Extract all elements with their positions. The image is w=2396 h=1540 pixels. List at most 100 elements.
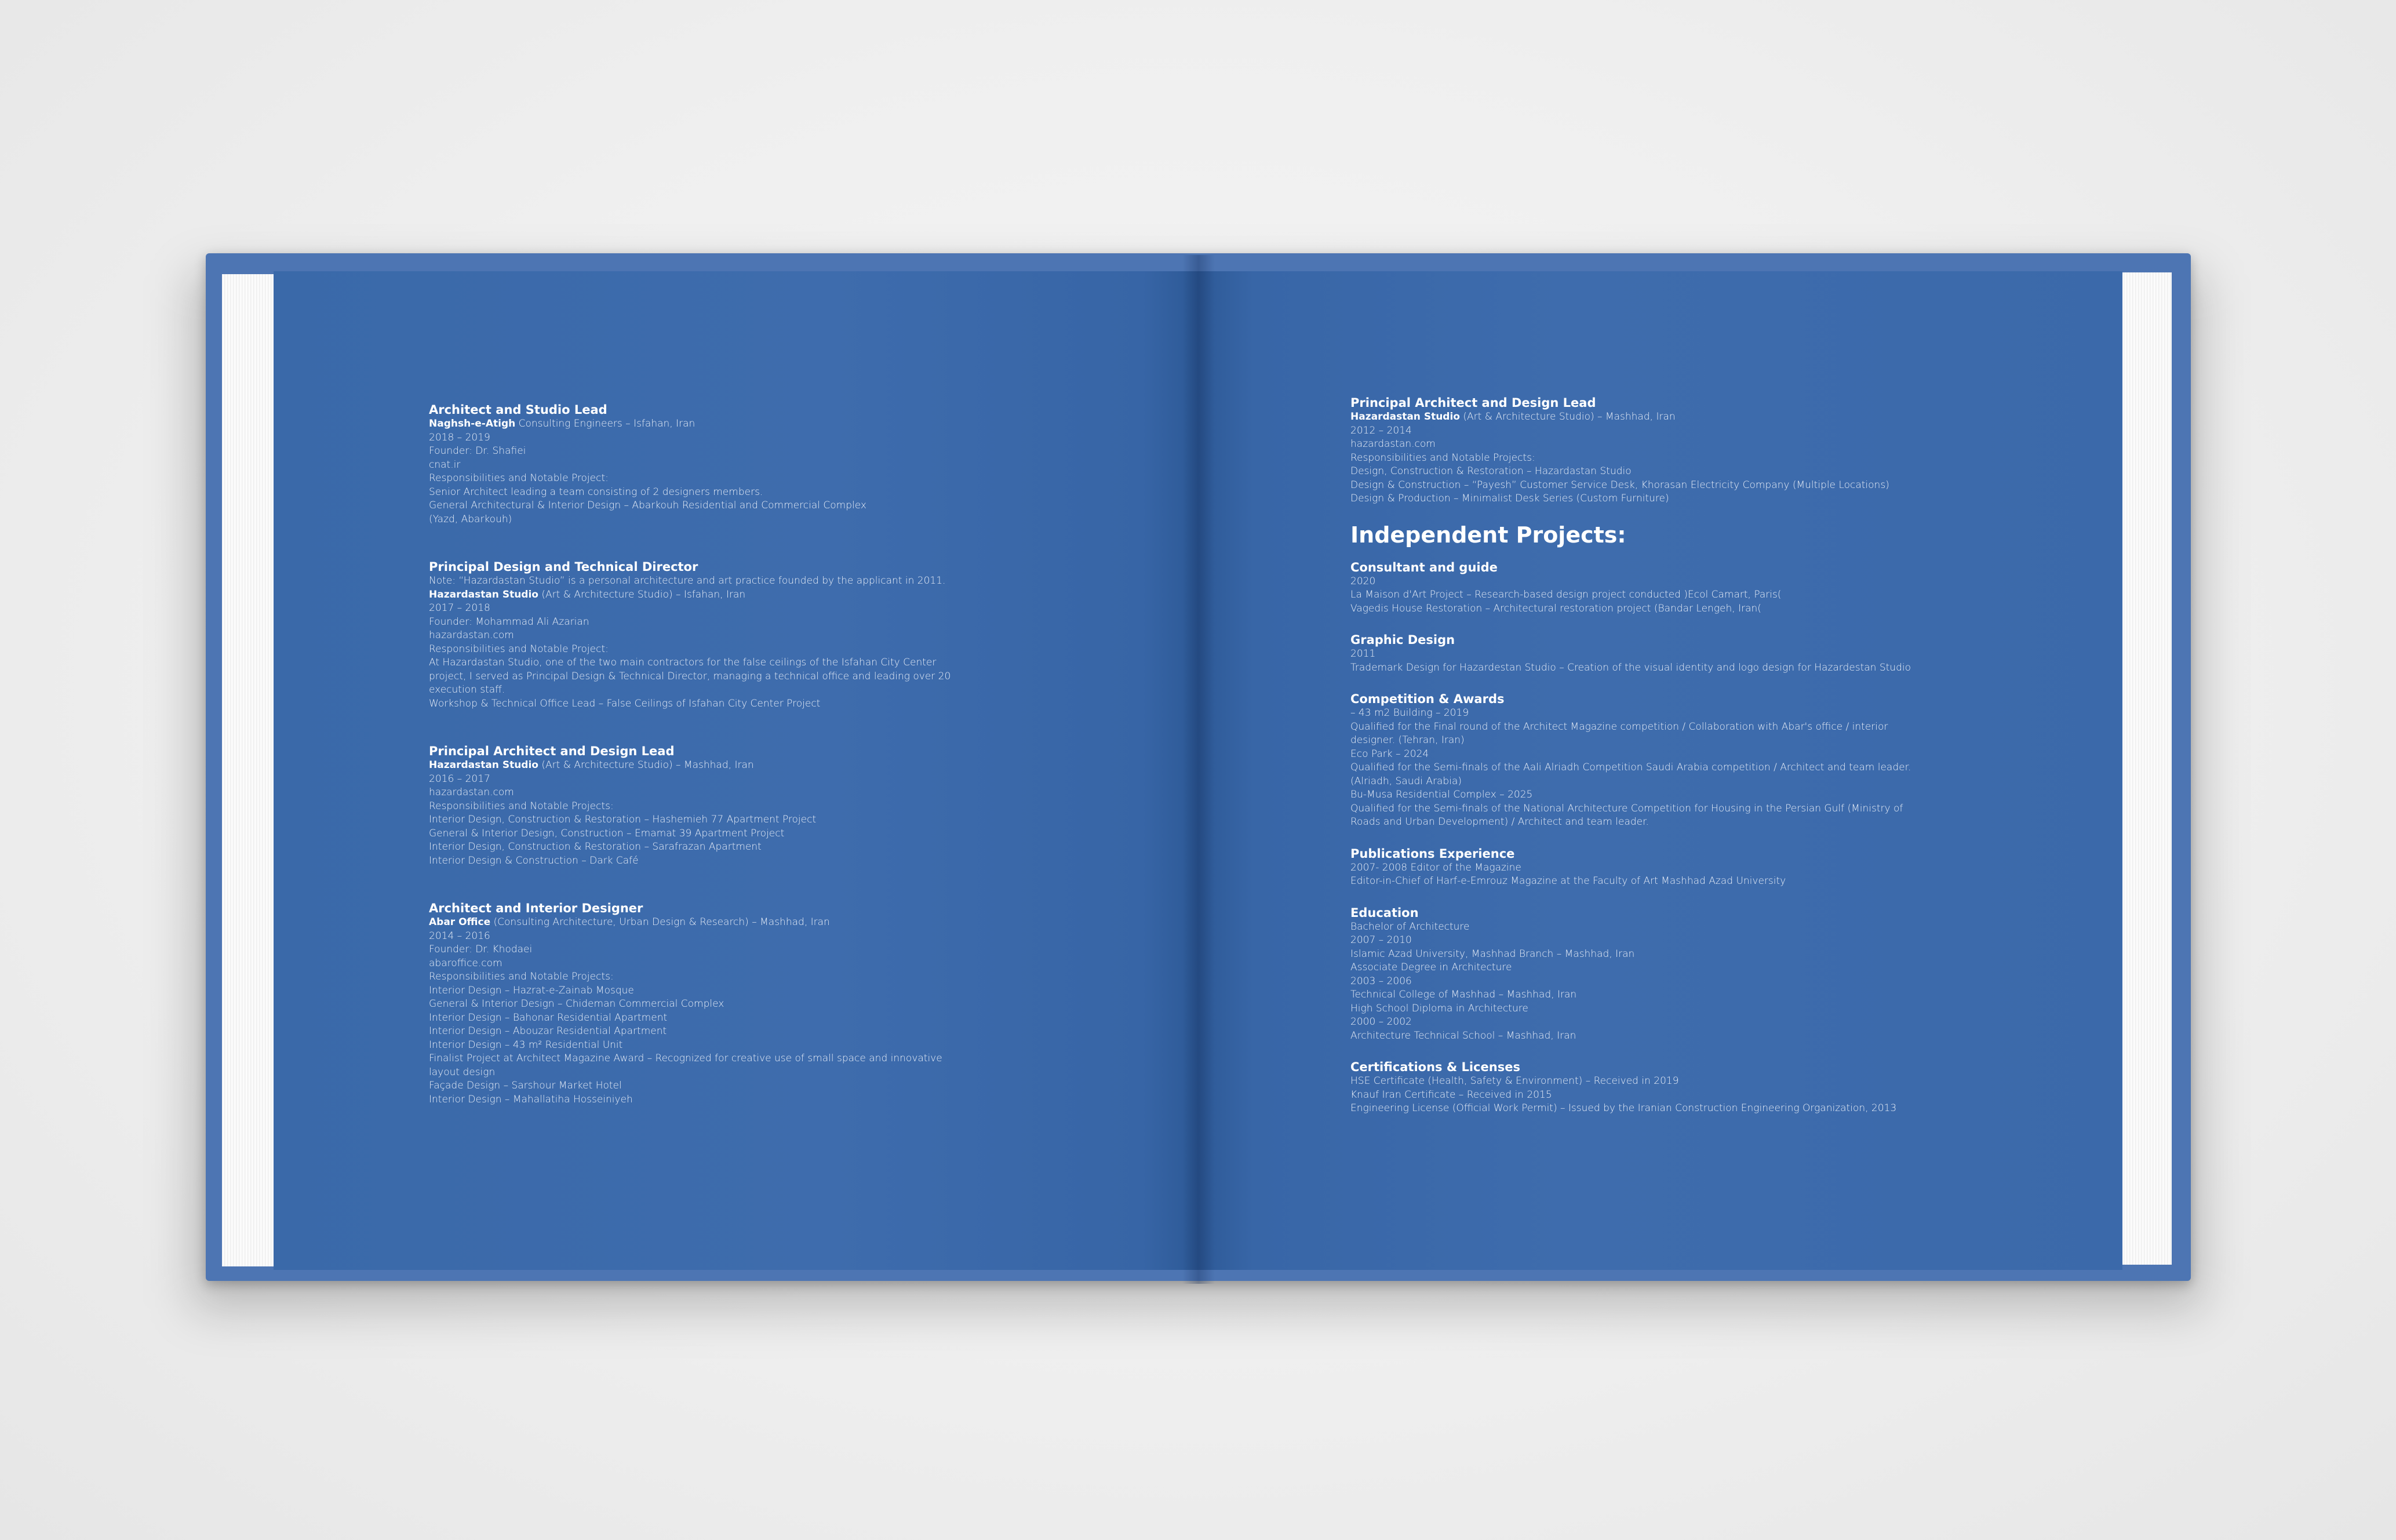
section-title: Graphic Design	[1350, 633, 1455, 647]
entry-line: Founder: Mohammad Ali Azarian	[429, 616, 589, 628]
company-details: (Art & Architecture Studio) – Isfahan, I…	[538, 588, 746, 600]
entry-line: 2016 – 2017	[429, 773, 490, 785]
entry-line: Interior Design – Hazrat-e-Zainab Mosque	[429, 984, 634, 996]
entry-line: (Yazd, Abarkouh)	[429, 513, 512, 525]
entry-line: At Hazardastan Studio, one of the two ma…	[429, 657, 951, 696]
section-line: Qualified for the Semi-finals of the Nat…	[1350, 802, 1903, 828]
section-line: HSE Certificate (Health, Safety & Enviro…	[1350, 1075, 1679, 1087]
entry-line: General & Interior Design, Construction …	[429, 827, 785, 839]
entry-line: General & Interior Design – Chideman Com…	[429, 998, 724, 1010]
entry-line: Façade Design – Sarshour Market Hotel	[429, 1080, 622, 1091]
cv-section: Consultant and guide 2020 La Maison d'Art …	[1350, 560, 1924, 616]
entry-line: Design & Production – Minimalist Desk Se…	[1350, 493, 1669, 504]
section-line: High School Diploma in Architecture	[1350, 1002, 1528, 1014]
experience-entry: Architect and Interior Designer Abar Offi…	[429, 901, 962, 1106]
section-line: 2020	[1350, 575, 1376, 587]
entry-title: Principal Design and Technical Director	[429, 560, 698, 574]
book-spine-gutter	[1182, 255, 1215, 1284]
company-name: Abar Office	[429, 916, 491, 928]
section-line: Bachelor of Architecture	[1350, 920, 1470, 933]
left-page-content: Architect and Studio Lead Naghsh-e-Atigh …	[429, 403, 962, 1140]
section-title: Education	[1350, 905, 1419, 920]
section-line: Trademark Design for Hazardestan Studio …	[1350, 661, 1911, 673]
section-line: 2007- 2008 Editor of the Magazine	[1350, 861, 1521, 873]
company-details: (Art & Architecture Studio) – Mashhad, I…	[538, 759, 754, 771]
section-line: Qualified for the Final round of the Arc…	[1350, 720, 1888, 747]
section-title: Certifications & Licenses	[1350, 1060, 1520, 1074]
entry-line: Responsibilities and Notable Projects:	[429, 800, 614, 812]
cv-section: Education Bachelor of Architecture 2007 – …	[1350, 906, 1924, 1043]
entry-line: Responsibilities and Notable Projects:	[1350, 452, 1535, 464]
section-heading: Independent Projects:	[1350, 522, 1626, 548]
entry-line: Interior Design, Construction & Restorat…	[429, 814, 817, 825]
entry-line: Design & Construction – “Payesh” Custome…	[1350, 479, 1889, 491]
cv-section: Graphic Design 2011 Trademark Design for H…	[1350, 633, 1924, 675]
cv-section: Publications Experience 2007- 2008 Editor…	[1350, 847, 1924, 889]
company-name: Hazardastan Studio	[1350, 411, 1460, 423]
page-block-left	[222, 274, 275, 1266]
entry-company: Abar Office (Consulting Architecture, Ur…	[429, 916, 962, 930]
section-title: Publications Experience	[1350, 846, 1515, 861]
section-line: Architecture Technical School – Mashhad,…	[1350, 1029, 1576, 1042]
section-line: Associate Degree in Architecture	[1350, 962, 1512, 973]
company-details: (Consulting Architecture, Urban Design &…	[490, 916, 830, 928]
entry-company: Hazardastan Studio (Art & Architecture S…	[429, 759, 962, 773]
company-name: Naghsh-e-Atigh	[429, 418, 516, 429]
entry-note: Note: “Hazardastan Studio” is a personal…	[429, 575, 946, 587]
section-line: Islamic Azad University, Mashhad Branch …	[1350, 948, 1635, 960]
entry-line: Responsibilities and Notable Projects:	[429, 971, 614, 982]
entry-line: Interior Design – 43 m² Residential Unit	[429, 1039, 623, 1051]
entry-line: Interior Design – Abouzar Residential Ap…	[429, 1025, 667, 1037]
entry-line: 2014 – 2016	[429, 930, 490, 942]
entry-line: Responsibilities and Notable Project:	[429, 472, 609, 484]
section-line: Editor-in-Chief of Harf-e-Emrouz Magazin…	[1350, 875, 1786, 887]
entry-line: Interior Design & Construction – Dark Ca…	[429, 854, 639, 867]
section-line: 2007 – 2010	[1350, 934, 1412, 946]
section-line: 2000 – 2002	[1350, 1016, 1412, 1028]
entry-line: Interior Design – Mahallatiha Hosseiniye…	[429, 1093, 633, 1105]
entry-line: hazardastan.com	[429, 787, 514, 798]
entry-title: Principal Architect and Design Lead	[429, 744, 675, 758]
entry-company: Naghsh-e-Atigh Consulting Engineers – Is…	[429, 417, 962, 431]
section-line: Knauf Iran Certificate – Received in 201…	[1350, 1088, 1552, 1101]
company-name: Hazardastan Studio	[429, 759, 538, 771]
entry-line: General Architectural & Interior Design …	[429, 500, 866, 511]
entry-line: Finalist Project at Architect Magazine A…	[429, 1053, 942, 1078]
entry-line: 2017 – 2018	[429, 602, 490, 614]
section-line: Engineering License (Official Work Permi…	[1350, 1102, 1897, 1114]
entry-line: Senior Architect leading a team consisti…	[429, 486, 763, 498]
entry-line: Founder: Dr. Khodaei	[429, 944, 533, 955]
experience-entry: Principal Design and Technical Director N…	[429, 560, 962, 711]
entry-line: Workshop & Technical Office Lead – False…	[429, 697, 821, 709]
section-line: Technical College of Mashhad – Mashhad, …	[1350, 989, 1577, 1000]
entry-line: 2012 – 2014	[1350, 424, 1412, 436]
right-page-content: Principal Architect and Design Lead Hazar…	[1350, 396, 1924, 1133]
entry-title: Architect and Interior Designer	[429, 901, 643, 915]
experience-entry: Architect and Studio Lead Naghsh-e-Atigh …	[429, 403, 962, 526]
section-line: Qualified for the Semi-finals of the Aal…	[1350, 762, 1911, 787]
entry-title: Principal Architect and Design Lead	[1350, 396, 1596, 410]
entry-line: Interior Design – Bahonar Residential Ap…	[429, 1011, 668, 1024]
section-line: 2011	[1350, 648, 1376, 660]
page-block-right	[2118, 272, 2172, 1265]
entry-line: hazardastan.com	[429, 629, 514, 641]
company-name: Hazardastan Studio	[429, 588, 538, 600]
entry-company: Hazardastan Studio (Art & Architecture S…	[1350, 410, 1924, 424]
entry-title: Architect and Studio Lead	[429, 403, 607, 417]
section-line: – 43 m2 Building – 2019	[1350, 707, 1469, 719]
cv-section: Certifications & Licenses HSE Certificate…	[1350, 1060, 1924, 1116]
entry-line: cnat.ir	[429, 458, 461, 471]
experience-entry: Principal Architect and Design Lead Hazar…	[429, 744, 962, 868]
section-line: Vagedis House Restoration – Architectura…	[1350, 602, 1761, 614]
section-line: Bu-Musa Residential Complex – 2025	[1350, 789, 1533, 800]
entry-line: Interior Design, Construction & Restorat…	[429, 841, 762, 853]
entry-line: abaroffice.com	[429, 957, 502, 969]
independent-projects: Consultant and guide 2020 La Maison d'Art …	[1350, 560, 1924, 1116]
experience-entry: Principal Architect and Design Lead Hazar…	[1350, 396, 1924, 506]
section-title: Competition & Awards	[1350, 692, 1505, 706]
entry-line: Responsibilities and Notable Project:	[429, 643, 609, 655]
entry-company: Hazardastan Studio (Art & Architecture S…	[429, 588, 962, 602]
entry-line: hazardastan.com	[1350, 438, 1436, 450]
company-details: (Art & Architecture Studio) – Mashhad, I…	[1459, 411, 1676, 423]
section-line: 2003 – 2006	[1350, 975, 1412, 987]
